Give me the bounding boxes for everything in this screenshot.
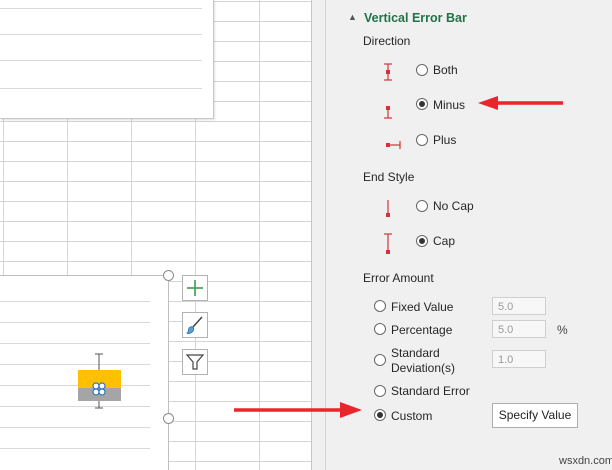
fixed-value-radio[interactable] bbox=[374, 300, 386, 312]
end-style-label: End Style bbox=[363, 170, 415, 184]
popup-row-line bbox=[0, 8, 202, 9]
chart-bar-with-error-bar[interactable] bbox=[70, 348, 130, 410]
funnel-icon bbox=[185, 354, 205, 370]
chart-gridline bbox=[0, 322, 150, 323]
percentage-radio[interactable] bbox=[374, 323, 386, 335]
specify-value-button[interactable]: Specify Value bbox=[492, 403, 578, 428]
standard-deviation-label-line1[interactable]: Standard bbox=[391, 346, 440, 360]
standard-deviation-radio[interactable] bbox=[374, 354, 386, 366]
direction-plus-radio[interactable] bbox=[416, 134, 428, 146]
direction-both-radio[interactable] bbox=[416, 64, 428, 76]
collapse-triangle-icon[interactable]: ▲ bbox=[348, 12, 357, 22]
paintbrush-icon bbox=[186, 316, 203, 334]
standard-deviation-input[interactable]: 1.0 bbox=[492, 350, 546, 368]
chart-styles-button[interactable] bbox=[182, 312, 208, 338]
data-popup-window bbox=[0, 0, 214, 119]
error-bar-both-icon bbox=[384, 63, 392, 81]
direction-minus-label[interactable]: Minus bbox=[433, 98, 465, 112]
standard-deviation-label-line2[interactable]: Deviation(s) bbox=[391, 361, 455, 375]
standard-error-radio[interactable] bbox=[374, 385, 386, 397]
fixed-value-input[interactable]: 5.0 bbox=[492, 297, 546, 315]
chart-resize-handle[interactable] bbox=[163, 413, 174, 424]
plus-icon bbox=[187, 280, 203, 296]
cap-label[interactable]: Cap bbox=[433, 234, 455, 248]
percent-unit: % bbox=[557, 323, 568, 337]
format-error-bars-pane: ▲ Vertical Error Bar Direction Both Minu… bbox=[325, 0, 612, 470]
chart-gridline bbox=[0, 301, 150, 302]
custom-label[interactable]: Custom bbox=[391, 409, 432, 423]
custom-radio[interactable] bbox=[374, 409, 386, 421]
watermark: wsxdn.com bbox=[559, 455, 612, 467]
chart-gridline bbox=[0, 427, 150, 428]
popup-row-line bbox=[0, 88, 202, 89]
chart-gridline bbox=[0, 343, 150, 344]
annotation-arrow-custom bbox=[234, 402, 362, 418]
fixed-value-label[interactable]: Fixed Value bbox=[391, 300, 453, 314]
no-cap-radio[interactable] bbox=[416, 200, 428, 212]
standard-error-label[interactable]: Standard Error bbox=[391, 384, 470, 398]
cap-radio[interactable] bbox=[416, 235, 428, 247]
no-cap-label[interactable]: No Cap bbox=[433, 199, 474, 213]
direction-plus-label[interactable]: Plus bbox=[433, 133, 456, 147]
error-bar-plus-icon bbox=[386, 141, 401, 149]
cap-icon bbox=[384, 233, 392, 254]
percentage-label[interactable]: Percentage bbox=[391, 323, 452, 337]
chart-area[interactable] bbox=[0, 275, 169, 470]
annotation-arrow-minus bbox=[478, 96, 563, 110]
chart-elements-button[interactable] bbox=[182, 275, 208, 301]
chart-resize-handle[interactable] bbox=[163, 270, 174, 281]
popup-row-line bbox=[0, 34, 202, 35]
no-cap-icon bbox=[386, 200, 390, 217]
direction-label: Direction bbox=[363, 34, 411, 48]
chart-gridline bbox=[0, 448, 150, 449]
error-bar-minus-icon bbox=[384, 106, 392, 119]
direction-both-label[interactable]: Both bbox=[433, 63, 458, 77]
error-amount-label: Error Amount bbox=[363, 271, 434, 285]
direction-minus-radio[interactable] bbox=[416, 98, 428, 110]
section-title[interactable]: Vertical Error Bar bbox=[364, 11, 467, 25]
percentage-input[interactable]: 5.0 bbox=[492, 320, 546, 338]
popup-row-line bbox=[0, 60, 202, 61]
chart-filters-button[interactable] bbox=[182, 349, 208, 375]
